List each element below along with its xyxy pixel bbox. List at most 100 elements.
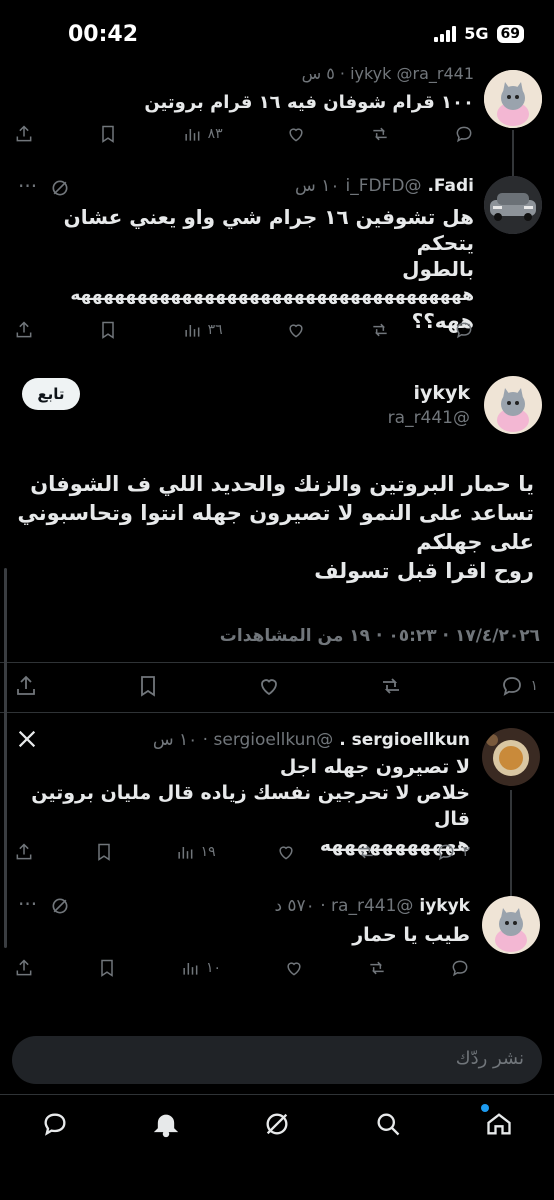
share-icon <box>16 843 32 860</box>
views-icon <box>183 963 198 975</box>
bookmark-button[interactable] <box>136 674 160 698</box>
tweet-actions: ٨٣ <box>14 124 474 144</box>
share-icon <box>16 125 32 142</box>
more-options-button[interactable]: ··· <box>18 892 37 916</box>
views-button[interactable]: ٣٦ <box>182 320 223 340</box>
views-button[interactable]: ٨٣ <box>182 124 223 144</box>
share-button[interactable] <box>14 958 34 978</box>
comment-icon <box>503 677 522 696</box>
status-time: 00:42 <box>68 22 139 47</box>
retweet-button[interactable] <box>370 124 390 144</box>
home-icon[interactable] <box>480 1104 513 1142</box>
reply-button[interactable]: ٣ <box>436 842 470 862</box>
signal-icon <box>434 25 457 42</box>
chat-icon[interactable] <box>41 1110 69 1142</box>
retweet-button[interactable] <box>356 842 376 862</box>
retweet-icon <box>373 323 387 337</box>
reply-count: ٣ <box>462 844 470 860</box>
like-button[interactable] <box>257 674 281 698</box>
tweet-text: هل تشوفين ١٦ جرام شي واو يعني عشان يتحكم… <box>34 204 474 334</box>
author-handle[interactable]: @ra_r441 · ٥٧٠ د <box>274 896 413 916</box>
divider <box>0 1094 554 1095</box>
grok-icon[interactable] <box>263 1110 291 1142</box>
share-icon <box>17 675 35 695</box>
reply-actions: ١٠ <box>14 958 470 978</box>
bookmark-icon <box>98 843 111 861</box>
share-button[interactable] <box>14 674 38 698</box>
like-button[interactable] <box>284 958 304 978</box>
author-handle[interactable]: @i_FDFD <box>345 176 421 196</box>
like-button[interactable] <box>276 842 296 862</box>
tweet-line: على جهلكم <box>416 530 534 554</box>
bottom-nav <box>0 1104 554 1142</box>
tweet-time: ١٠ س <box>295 176 340 196</box>
tweet-header: iykyk @ra_r441 · ٥ س <box>301 64 474 83</box>
author-handle[interactable]: @sergioellkun · ١٠ س <box>153 730 333 750</box>
avatar[interactable] <box>484 176 542 234</box>
more-options-button[interactable]: ··· <box>18 174 37 198</box>
author-name[interactable]: iykyk <box>419 896 470 916</box>
avatar[interactable] <box>484 70 542 128</box>
car-avatar-icon <box>484 176 542 234</box>
retweet-button[interactable] <box>370 320 390 340</box>
x-logo-icon <box>16 728 38 754</box>
reply-button[interactable]: ١ <box>500 674 538 698</box>
like-button[interactable] <box>286 124 306 144</box>
grok-icon[interactable] <box>50 896 70 920</box>
tweet-meta: ١٧/٤/٢٠٢٦ · ٠٥:٢٣ · ١٩ من المشاهدات <box>219 626 540 646</box>
notification-dot <box>480 1104 489 1112</box>
grok-icon[interactable] <box>50 178 70 202</box>
cat-avatar-icon <box>484 70 542 128</box>
reply-button[interactable] <box>454 124 474 144</box>
heart-icon <box>287 962 301 976</box>
reply-text: طيب يا حمار <box>352 924 470 946</box>
reply-count: ١ <box>530 678 538 694</box>
tweet-header: Fadi. @i_FDFD ١٠ س <box>295 176 474 196</box>
heart-icon <box>279 846 293 860</box>
bookmark-button[interactable] <box>97 958 117 978</box>
bookmark-button[interactable] <box>98 320 118 340</box>
comment-icon <box>439 844 454 861</box>
author-name[interactable]: iykyk <box>413 382 470 404</box>
scrollbar[interactable] <box>4 568 7 948</box>
bookmark-button[interactable] <box>98 124 118 144</box>
author-name[interactable]: sergioellkun . <box>339 730 470 750</box>
comment-icon <box>452 960 468 977</box>
avatar[interactable] <box>484 376 542 434</box>
share-button[interactable] <box>14 842 34 862</box>
search-icon[interactable] <box>374 1110 402 1142</box>
reply-placeholder: نشر ردّك <box>455 1048 524 1069</box>
tweet-line: لا تصيرون جهله اجل <box>279 756 470 778</box>
thread-line <box>510 790 512 896</box>
tweet-line: روح اقرا قبل تسولف <box>314 559 534 583</box>
share-button[interactable] <box>14 124 34 144</box>
tweet-actions: ٣٦ <box>14 320 474 340</box>
follow-button[interactable]: تابع <box>22 378 80 410</box>
bookmark-button[interactable] <box>94 842 114 862</box>
thread-line <box>512 130 514 178</box>
views-button[interactable]: ١٩ <box>175 842 216 862</box>
food-avatar-icon <box>482 728 540 786</box>
comment-icon <box>456 322 472 339</box>
like-button[interactable] <box>286 320 306 340</box>
bookmark-icon <box>140 676 155 697</box>
retweet-button[interactable] <box>367 958 387 978</box>
avatar[interactable] <box>482 728 540 786</box>
views-button[interactable]: ١٠ <box>180 958 221 978</box>
retweet-icon <box>370 961 384 975</box>
avatar[interactable] <box>482 896 540 954</box>
share-icon <box>16 959 32 976</box>
share-button[interactable] <box>14 320 34 340</box>
bell-icon[interactable] <box>152 1110 180 1142</box>
author-handle[interactable]: @ra_r441 <box>388 408 470 428</box>
author-name[interactable]: Fadi. <box>427 176 474 196</box>
divider <box>0 712 554 713</box>
tweet-line: يا حمار البروتين والزنك والحديد اللي ف ا… <box>30 472 534 496</box>
views-count: ١٩ <box>200 844 216 860</box>
retweet-icon <box>373 127 387 141</box>
reply-input[interactable]: نشر ردّك <box>12 1036 542 1084</box>
reply-button[interactable] <box>450 958 470 978</box>
bookmark-icon <box>101 959 113 977</box>
reply-button[interactable] <box>454 320 474 340</box>
retweet-button[interactable] <box>379 674 403 698</box>
